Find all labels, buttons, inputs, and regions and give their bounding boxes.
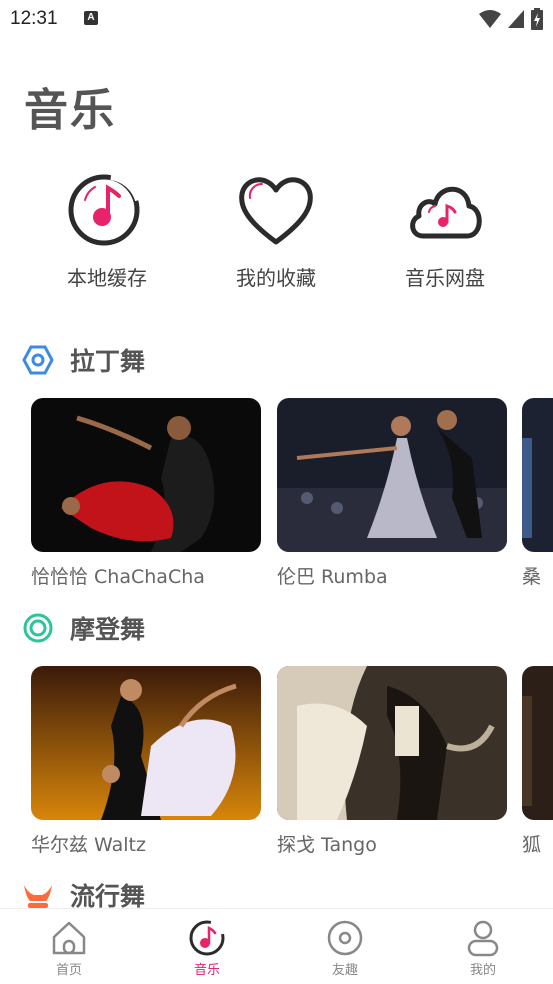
nav-music[interactable]: 音乐 bbox=[157, 919, 257, 978]
latin-third-thumbnail bbox=[522, 398, 553, 552]
card-latin-third[interactable]: 桑 bbox=[522, 398, 553, 589]
card-tango-caption: 探戈 Tango bbox=[277, 834, 377, 856]
card-rumba[interactable]: 伦巴 Rumba bbox=[277, 398, 507, 589]
local-cache-label: 本地缓存 bbox=[67, 266, 147, 290]
nav-profile-label: 我的 bbox=[469, 963, 496, 978]
bottom-nav: 首页 音乐 友趣 我的 bbox=[0, 908, 553, 984]
rumba-thumbnail bbox=[277, 398, 507, 552]
card-waltz[interactable]: 华尔兹 Waltz bbox=[31, 666, 261, 857]
ring-icon bbox=[23, 613, 53, 643]
music-disc-icon bbox=[68, 172, 143, 246]
home-icon bbox=[52, 921, 86, 955]
hexagon-icon bbox=[22, 345, 54, 375]
horns-icon bbox=[24, 885, 52, 908]
waltz-thumbnail bbox=[31, 666, 261, 820]
section-latin-title: 拉丁舞 bbox=[70, 347, 146, 376]
tango-thumbnail bbox=[277, 666, 507, 820]
battery-icon bbox=[531, 8, 543, 30]
favorites-button[interactable]: 我的收藏 bbox=[201, 170, 351, 291]
card-modern-third[interactable]: 狐 bbox=[522, 666, 553, 857]
card-chachacha[interactable]: 恰恰恰 ChaChaCha bbox=[31, 398, 261, 589]
nav-music-label: 音乐 bbox=[193, 963, 220, 978]
heart-icon bbox=[239, 177, 313, 245]
signal-icon bbox=[508, 10, 524, 28]
latin-card-row: 恰恰恰 ChaChaCha 伦巴 Rumba 桑 bbox=[0, 398, 553, 598]
status-time: 12:31 bbox=[10, 8, 58, 29]
card-modern-third-caption: 狐 bbox=[522, 834, 542, 856]
cloud-drive-button[interactable]: 音乐网盘 bbox=[370, 170, 520, 291]
nav-profile[interactable]: 我的 bbox=[433, 919, 533, 978]
card-tango[interactable]: 探戈 Tango bbox=[277, 666, 507, 857]
disc-icon bbox=[327, 920, 363, 956]
section-modern-header: 摩登舞 bbox=[22, 608, 145, 648]
music-note-icon bbox=[189, 919, 226, 956]
modern-card-row: 华尔兹 Waltz 探戈 Tango 狐 bbox=[0, 666, 553, 866]
modern-third-thumbnail bbox=[522, 666, 553, 820]
status-icons bbox=[479, 8, 543, 30]
wifi-icon bbox=[479, 10, 501, 28]
nav-friends[interactable]: 友趣 bbox=[295, 919, 395, 978]
chachacha-thumbnail bbox=[31, 398, 261, 552]
section-latin-header: 拉丁舞 bbox=[22, 340, 145, 380]
section-modern-title: 摩登舞 bbox=[70, 615, 146, 644]
nav-home[interactable]: 首页 bbox=[19, 919, 119, 978]
cloud-drive-label: 音乐网盘 bbox=[405, 266, 485, 290]
quick-actions: 本地缓存 我的收藏 音乐网盘 bbox=[0, 170, 553, 290]
notification-a-icon: A bbox=[84, 11, 98, 25]
nav-home-label: 首页 bbox=[55, 963, 82, 978]
card-latin-third-caption: 桑 bbox=[522, 566, 542, 588]
local-cache-button[interactable]: 本地缓存 bbox=[32, 170, 182, 291]
status-bar: 12:31 A bbox=[0, 0, 553, 38]
user-icon bbox=[467, 920, 499, 957]
card-rumba-caption: 伦巴 Rumba bbox=[277, 566, 388, 588]
card-chachacha-caption: 恰恰恰 ChaChaCha bbox=[31, 566, 205, 588]
nav-friends-label: 友趣 bbox=[331, 963, 358, 978]
card-waltz-caption: 华尔兹 Waltz bbox=[31, 834, 146, 856]
cloud-music-icon bbox=[410, 186, 482, 239]
favorites-label: 我的收藏 bbox=[236, 266, 316, 290]
page-title: 音乐 bbox=[24, 85, 116, 136]
